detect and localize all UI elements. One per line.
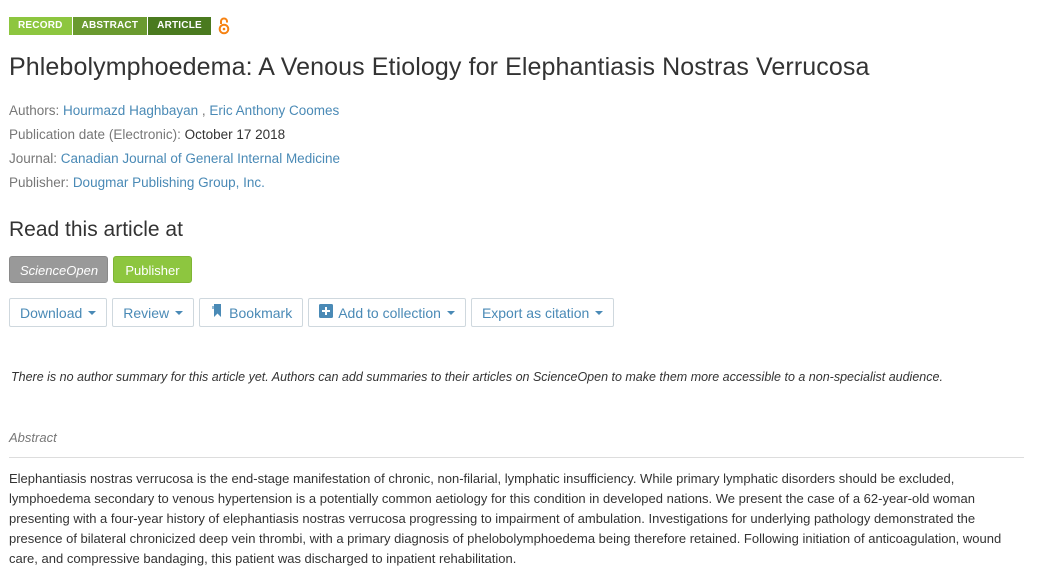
publisher-button[interactable]: Publisher <box>113 256 192 283</box>
review-button[interactable]: Review <box>112 298 195 327</box>
publisher-label: Publisher: <box>9 175 70 190</box>
bookmark-label: Bookmark <box>229 304 293 321</box>
authors-row: Authors: Hourmazd Haghbayan , Eric Antho… <box>9 103 339 118</box>
journal-row: Journal: Canadian Journal of General Int… <box>9 151 340 166</box>
add-to-collection-button[interactable]: Add to collection <box>308 298 466 327</box>
chevron-down-icon <box>595 310 604 315</box>
open-access-icon <box>218 17 230 35</box>
author-summary-note: There is no author summary for this arti… <box>11 370 943 384</box>
publisher-row: Publisher: Dougmar Publishing Group, Inc… <box>9 175 265 190</box>
bookmark-icon <box>210 303 224 322</box>
bookmark-button[interactable]: Bookmark <box>199 298 304 327</box>
download-label: Download <box>20 304 83 321</box>
chevron-down-icon <box>175 310 184 315</box>
scienceopen-button[interactable]: ScienceOpen <box>9 256 108 283</box>
abstract-heading: Abstract <box>9 430 57 445</box>
author-separator: , <box>198 103 206 118</box>
download-button[interactable]: Download <box>9 298 108 327</box>
record-badge: RECORD <box>9 17 72 35</box>
read-article-heading: Read this article at <box>9 218 183 241</box>
publication-date-row: Publication date (Electronic): October 1… <box>9 127 285 142</box>
journal-label: Journal: <box>9 151 58 166</box>
abstract-body: Elephantiasis nostras verrucosa is the e… <box>9 471 1002 566</box>
export-citation-label: Export as citation <box>481 304 590 321</box>
publisher-link[interactable]: Dougmar Publishing Group, Inc. <box>73 175 265 190</box>
author-link-1[interactable]: Hourmazd Haghbayan <box>63 103 198 118</box>
journal-link[interactable]: Canadian Journal of General Internal Med… <box>61 151 340 166</box>
abstract-badge: ABSTRACT <box>72 17 148 35</box>
date-value: October 17 2018 <box>184 127 286 142</box>
chevron-down-icon <box>446 310 455 315</box>
article-badge: ARTICLE <box>148 17 211 35</box>
export-citation-button[interactable]: Export as citation <box>470 298 615 327</box>
article-title: Phlebolymphoedema: A Venous Etiology for… <box>9 53 870 81</box>
date-label: Publication date (Electronic): <box>9 127 181 142</box>
authors-label: Authors: <box>9 103 60 118</box>
author-link-2[interactable]: Eric Anthony Coomes <box>209 103 339 118</box>
review-label: Review <box>123 304 170 321</box>
plus-square-icon <box>319 304 334 321</box>
chevron-down-icon <box>88 310 97 315</box>
add-to-collection-label: Add to collection <box>338 304 441 321</box>
article-action-bar: Download Review Bookmark Add to collecti… <box>9 298 619 327</box>
article-type-badges: RECORD ABSTRACT ARTICLE <box>9 17 230 35</box>
abstract-divider <box>9 457 1024 458</box>
